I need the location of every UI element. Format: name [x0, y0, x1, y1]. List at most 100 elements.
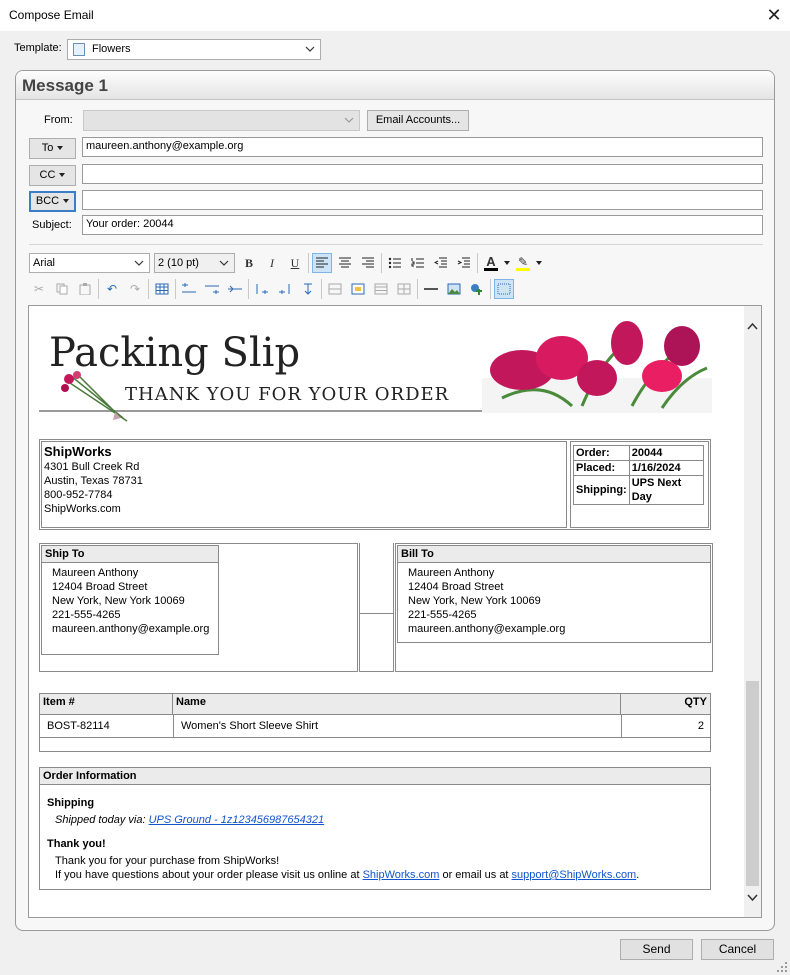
message-title: Message 1 [22, 76, 108, 95]
font-color-icon[interactable]: A [481, 253, 501, 273]
template-label: Template: [14, 42, 62, 54]
numbered-list-icon[interactable] [408, 253, 428, 273]
insert-column-right-icon[interactable] [275, 279, 295, 299]
shipping-heading: Shipping [47, 797, 95, 809]
insert-row-below-icon[interactable] [202, 279, 222, 299]
chevron-down-icon [134, 260, 144, 266]
ship-to-box: Ship To Maureen Anthony 12404 Broad Stre… [41, 545, 219, 655]
cc-field[interactable] [82, 164, 763, 184]
questions-suffix: . [636, 869, 640, 881]
insert-table-icon[interactable] [152, 279, 172, 299]
bill-to-title: Bill To [398, 546, 710, 563]
bullet-list-icon[interactable] [385, 253, 405, 273]
from-select[interactable] [83, 110, 360, 131]
ship-to-title: Ship To [42, 546, 218, 563]
cc-button[interactable]: CC [29, 165, 76, 186]
subject-value: Your order: 20044 [86, 218, 174, 230]
toolbar-separator [490, 279, 491, 299]
show-borders-icon[interactable] [494, 279, 514, 299]
align-left-icon[interactable] [312, 253, 332, 273]
order-label: Order: [573, 445, 630, 461]
bold-button[interactable]: B [239, 253, 259, 273]
font-value: Arial [33, 257, 56, 269]
bcc-button[interactable]: BCC [29, 191, 76, 212]
small-bouquet-image [61, 371, 128, 422]
dropdown-arrow-icon [59, 173, 66, 178]
horizontal-rule-icon[interactable] [421, 279, 441, 299]
insert-image-icon[interactable] [444, 279, 464, 299]
shipped-line: Shipped today via: UPS Ground - 1z123456… [55, 813, 324, 827]
column-divider [173, 715, 174, 738]
items-header-sku: Item # [40, 694, 173, 715]
bill-to-address: Maureen Anthony 12404 Broad Street New Y… [398, 563, 710, 639]
spacer-cell [359, 614, 394, 672]
table-row: BOST-82114 Women's Short Sleeve Shirt 2 [40, 715, 710, 738]
subject-field[interactable]: Your order: 20044 [82, 215, 763, 235]
redo-icon[interactable]: ↷ [125, 279, 145, 299]
email-body-editor[interactable]: Packing Slip THANK YOU FOR YOUR ORDER Sh… [28, 305, 762, 918]
tracking-link[interactable]: UPS Ground - 1z123456987654321 [149, 814, 325, 826]
questions-prefix: If you have questions about your order p… [55, 869, 363, 881]
ship-to-email: maureen.anthony@example.org [52, 623, 210, 635]
toolbar-separator [417, 279, 418, 299]
dropdown-arrow-icon [63, 199, 70, 204]
highlight-color-icon[interactable]: ✎ [513, 253, 533, 273]
merge-cells-icon[interactable] [325, 279, 345, 299]
support-email-link[interactable]: support@ShipWorks.com [512, 869, 637, 881]
to-button[interactable]: To [29, 138, 76, 159]
dropdown-arrow-icon[interactable] [504, 261, 510, 265]
item-name: Women's Short Sleeve Shirt [181, 720, 319, 732]
dropdown-arrow-icon[interactable] [536, 261, 542, 265]
cut-icon[interactable]: ✂ [29, 279, 49, 299]
placed-label: Placed: [573, 460, 630, 476]
scroll-up-icon[interactable] [746, 320, 759, 333]
split-cell-icon[interactable] [371, 279, 391, 299]
indent-icon[interactable] [454, 253, 474, 273]
delete-row-icon[interactable] [225, 279, 245, 299]
align-right-icon[interactable] [358, 253, 378, 273]
subject-label: Subject: [32, 219, 72, 231]
email-accounts-button[interactable]: Email Accounts... [367, 110, 469, 131]
bcc-field[interactable] [82, 190, 763, 210]
scrollbar-thumb[interactable] [746, 681, 759, 886]
cell-properties-icon[interactable] [348, 279, 368, 299]
chevron-down-icon [305, 46, 315, 52]
copy-icon[interactable] [52, 279, 72, 299]
to-label: To [41, 142, 54, 154]
order-summary-box: Order: 20044 Placed: 1/16/2024 Shipping: UP… [570, 441, 709, 528]
slip-subtitle: THANK YOU FOR YOUR ORDER [125, 384, 450, 405]
chevron-down-icon [219, 260, 229, 266]
bill-to-box: Bill To Maureen Anthony 12404 Broad Stre… [397, 545, 711, 643]
order-summary-table: Order: 20044 Placed: 1/16/2024 Shipping: UP… [573, 445, 704, 505]
items-header-name: Name [173, 694, 621, 715]
insert-column-left-icon[interactable] [252, 279, 272, 299]
cancel-button[interactable]: Cancel [701, 939, 774, 960]
outdent-icon[interactable] [431, 253, 451, 273]
close-icon[interactable]: ✕ [762, 3, 786, 27]
insert-link-icon[interactable] [467, 279, 487, 299]
bill-to-phone: 221-555-4265 [408, 609, 477, 621]
size-select[interactable]: 2 (10 pt) [154, 253, 235, 273]
font-select[interactable]: Arial [29, 253, 150, 273]
company-address: 4301 Bull Creek Rd Austin, Texas 78731 8… [44, 460, 143, 516]
to-field[interactable]: maureen.anthony@example.org [82, 137, 763, 157]
undo-icon[interactable]: ↶ [102, 279, 122, 299]
spacer-cell [359, 543, 394, 614]
toolbar-separator [321, 279, 322, 299]
ship-to-phone: 221-555-4265 [52, 609, 121, 621]
scroll-down-icon[interactable] [746, 891, 759, 904]
paste-icon[interactable] [75, 279, 95, 299]
underline-button[interactable]: U [285, 253, 305, 273]
delete-column-icon[interactable] [298, 279, 318, 299]
template-select[interactable]: Flowers [67, 39, 321, 60]
send-button[interactable]: Send [620, 939, 693, 960]
cc-label: CC [39, 169, 56, 181]
site-link[interactable]: ShipWorks.com [363, 869, 440, 881]
insert-row-above-icon[interactable] [179, 279, 199, 299]
resize-grip-icon[interactable] [776, 961, 788, 973]
align-center-icon[interactable] [335, 253, 355, 273]
table-properties-icon[interactable] [394, 279, 414, 299]
ship-to-street: 12404 Broad Street [52, 581, 148, 593]
items-table: Item # Name QTY BOST-82114 Women's Short… [39, 693, 711, 752]
italic-button[interactable]: I [262, 253, 282, 273]
